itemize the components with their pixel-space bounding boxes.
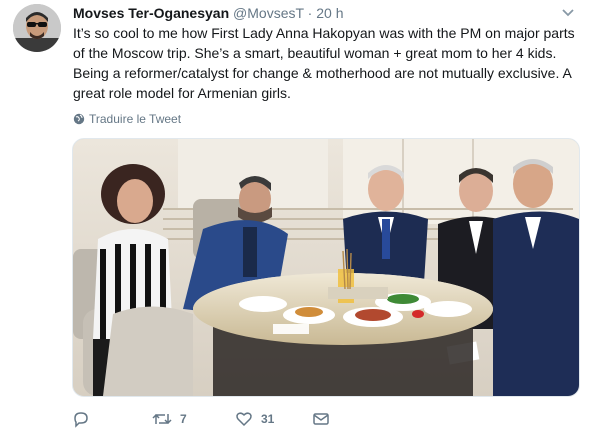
tweet-text-line: Being a reformer/catalyst for change & m…	[73, 65, 572, 81]
author-name[interactable]: Movses Ter-Oganesyan	[73, 5, 229, 21]
translate-label: Traduire le Tweet	[89, 112, 182, 126]
reply-button[interactable]	[72, 406, 98, 432]
tweet-text-line: of the Moscow trip. She’s a smart, beaut…	[73, 45, 557, 61]
retweet-button[interactable]: 7	[152, 406, 187, 432]
tweet-text-line: great role model for Armenian girls.	[73, 85, 291, 101]
envelope-icon	[313, 413, 329, 425]
tweet-text: It’s so cool to me how First Lady Anna H…	[73, 23, 578, 103]
tweet-timestamp[interactable]: 20 h	[316, 5, 343, 21]
translate-link[interactable]: Traduire le Tweet	[73, 111, 181, 127]
reply-icon	[74, 412, 88, 428]
retweet-count: 7	[180, 412, 187, 426]
tweet-actions: 7 31	[72, 406, 578, 432]
author-handle[interactable]: @MovsesT	[233, 5, 304, 21]
direct-message-button[interactable]	[312, 406, 330, 432]
avatar[interactable]	[13, 4, 61, 52]
globe-icon	[73, 113, 85, 125]
retweet-icon	[152, 413, 172, 425]
tweet-photo[interactable]	[72, 138, 580, 397]
heart-icon	[236, 412, 252, 427]
tweet-text-line: It’s so cool to me how First Lady Anna H…	[73, 25, 575, 41]
chevron-down-icon[interactable]	[560, 6, 576, 18]
separator-dot: ·	[307, 5, 313, 21]
like-button[interactable]: 31	[235, 406, 274, 432]
like-count: 31	[261, 412, 275, 426]
tweet-header: Movses Ter-Oganesyan @MovsesT · 20 h	[73, 3, 343, 23]
